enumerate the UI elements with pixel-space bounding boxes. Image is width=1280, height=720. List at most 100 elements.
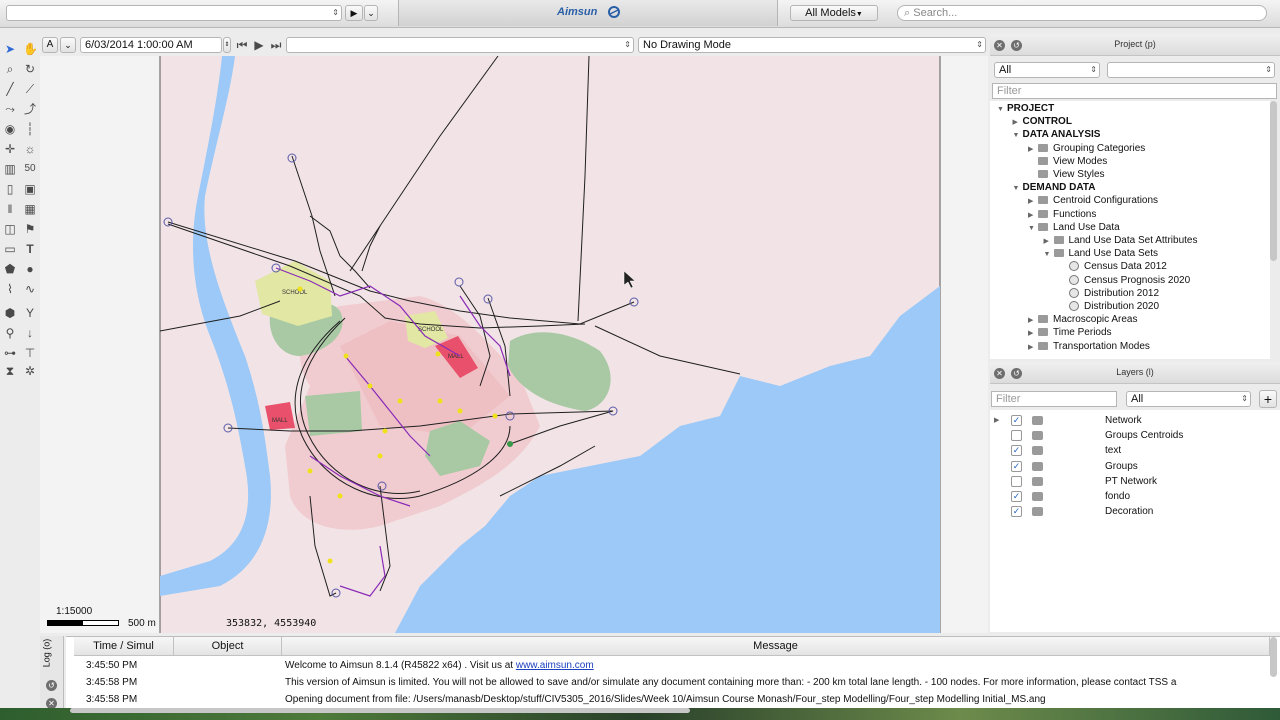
marker-tool-icon[interactable]: ⚲ — [3, 326, 17, 340]
zoom-icon[interactable]: ⌕ — [3, 62, 17, 76]
tree-item[interactable]: ▶ Centroid Configurations — [1028, 194, 1158, 207]
tree-item[interactable]: ▶ CONTROL — [1013, 115, 1072, 128]
collapsed-triangle-icon[interactable]: ▶ — [1013, 116, 1023, 129]
node-tool-icon[interactable]: ✛ — [3, 142, 17, 156]
tree-item[interactable]: ▼ DEMAND DATA — [1013, 181, 1096, 194]
layer-row[interactable]: PT Network — [990, 474, 1280, 489]
layer-visibility-checkbox[interactable]: ✓ — [1011, 491, 1022, 502]
layer-row[interactable]: ▶ ✓ Network — [990, 413, 1280, 428]
log-col-message[interactable]: Message — [282, 637, 1270, 656]
view-mode-dropdown[interactable]: ⌄ — [60, 37, 76, 53]
expanded-triangle-icon[interactable]: ▼ — [1013, 129, 1023, 142]
run-options-button[interactable]: ⌄ — [364, 5, 378, 21]
detector-tool-icon[interactable]: ▥ — [3, 162, 17, 176]
tree-item[interactable]: Census Data 2012 — [1059, 260, 1167, 273]
rectangle-tool-icon[interactable]: ▭ — [3, 242, 17, 256]
layer-visibility-checkbox[interactable]: ✓ — [1011, 445, 1022, 457]
tree-item[interactable]: Distribution 2012 — [1059, 287, 1159, 300]
down-arrow-tool-icon[interactable]: ↓ — [23, 326, 37, 340]
collapsed-triangle-icon[interactable]: ▶ — [1028, 314, 1038, 327]
tree-item[interactable]: ▼ PROJECT — [997, 102, 1054, 115]
layer-visibility-checkbox[interactable] — [1011, 430, 1022, 442]
collapsed-triangle-icon[interactable]: ▶ — [1044, 235, 1054, 248]
project-tree-scrollbar[interactable] — [1270, 101, 1277, 261]
layer-row[interactable]: ✓ fondo — [990, 489, 1280, 504]
expanded-triangle-icon[interactable]: ▼ — [1028, 222, 1038, 235]
layers-type-filter[interactable]: All ⇕ — [1126, 391, 1251, 407]
layer-row[interactable]: ✓ Decoration — [990, 504, 1280, 519]
layer-row[interactable]: Groups Centroids — [990, 428, 1280, 443]
datetime-field[interactable]: 6/03/2014 1:00:00 AM — [80, 37, 222, 53]
camera-tool-icon[interactable]: ⬢ — [3, 306, 17, 320]
centroid-tool-icon[interactable]: ◉ — [3, 122, 17, 136]
layer-visibility-checkbox[interactable]: ✓ — [1011, 460, 1022, 472]
tree-item[interactable]: ▶ Land Use Data Set Attributes — [1044, 234, 1198, 247]
lane-tool-icon[interactable]: ┆ — [23, 122, 37, 136]
tree-item[interactable]: ▼ DATA ANALYSIS — [1013, 128, 1101, 141]
collapsed-triangle-icon[interactable]: ▶ — [1028, 327, 1038, 340]
text-tool-icon[interactable]: T — [23, 242, 37, 256]
search-field[interactable]: ⌕ Search... — [897, 5, 1267, 21]
skip-end-icon[interactable]: ⏭ — [269, 38, 283, 52]
meter-tool-icon[interactable]: ⊶ — [3, 346, 17, 360]
project-type-filter[interactable]: All ⇕ — [994, 62, 1100, 78]
polyline-tool-icon[interactable]: ⌇ — [3, 282, 17, 296]
expanded-triangle-icon[interactable]: ▼ — [997, 103, 1007, 116]
skip-start-icon[interactable]: ⏮ — [235, 38, 249, 52]
layer-visibility-checkbox[interactable]: ✓ — [1011, 506, 1022, 518]
tree-item[interactable]: ▶ Functions — [1028, 208, 1096, 221]
bus-stop-icon[interactable]: ▣ — [23, 182, 37, 196]
section-tool-icon[interactable]: ╱ — [3, 82, 17, 96]
tree-item[interactable]: Distribution 2020 — [1059, 300, 1159, 313]
polygon-tool-icon[interactable]: ⬟ — [3, 262, 17, 276]
image-tool-icon[interactable]: ◫ — [3, 222, 17, 236]
polysection-tool-icon[interactable]: ⟋ — [23, 82, 37, 96]
layer-visibility-checkbox[interactable]: ✓ — [1011, 415, 1022, 426]
search-input[interactable]: Search... — [913, 7, 957, 19]
map-viewer[interactable]: SCHOOL SCHOOL MALL MALL — [40, 56, 988, 633]
log-scrollbar[interactable] — [1270, 637, 1277, 677]
join-tool-icon[interactable]: ⤴ — [23, 102, 37, 116]
signal-tool-icon[interactable]: ☼ — [23, 142, 37, 156]
pan-hand-icon[interactable]: ✋ — [23, 42, 38, 56]
pin-tool-icon[interactable]: ⚑ — [23, 222, 37, 236]
project-filter-input[interactable]: Filter — [992, 83, 1277, 99]
expanded-triangle-icon[interactable]: ▼ — [1044, 248, 1054, 261]
layer-selector[interactable]: ⇕ — [286, 37, 634, 53]
float-icon[interactable]: ↺ — [46, 680, 57, 691]
tree-item[interactable]: View Modes — [1028, 155, 1107, 168]
view-mode-button[interactable]: A — [42, 37, 58, 53]
collapsed-triangle-icon[interactable]: ▶ — [1028, 209, 1038, 222]
layer-row[interactable]: ✓ Groups — [990, 459, 1280, 474]
curve-tool-icon[interactable]: ∿ — [23, 282, 37, 296]
log-col-time[interactable]: Time / Simul — [74, 637, 174, 656]
gantry-tool-icon[interactable]: ⊤ — [23, 346, 37, 360]
collapsed-triangle-icon[interactable]: ▶ — [994, 413, 999, 428]
vms-tool-icon[interactable]: ▯ — [3, 182, 17, 196]
tree-item[interactable]: ▼ Land Use Data — [1028, 221, 1120, 234]
log-col-object[interactable]: Object — [174, 637, 282, 656]
layers-filter-input[interactable]: Filter — [991, 391, 1117, 407]
tree-item[interactable]: ▶ Grouping Categories — [1028, 142, 1145, 155]
collapsed-triangle-icon[interactable]: ▶ — [1028, 195, 1038, 208]
datetime-stepper[interactable]: ⇕ — [223, 37, 231, 53]
expanded-triangle-icon[interactable]: ▼ — [1013, 182, 1023, 195]
tree-item[interactable]: ▶ Macroscopic Areas — [1028, 313, 1137, 326]
drawing-mode-selector[interactable]: No Drawing Mode ⇕ — [638, 37, 986, 53]
tree-item[interactable]: View Styles — [1028, 168, 1105, 181]
collapsed-triangle-icon[interactable]: ▶ — [1028, 341, 1038, 354]
parallel-lines-icon[interactable]: ‖ — [3, 202, 17, 216]
run-button[interactable]: ▶ — [345, 5, 363, 21]
models-filter-button[interactable]: All Models▼ — [790, 5, 878, 21]
add-layer-button[interactable]: + — [1259, 390, 1277, 408]
layer-visibility-checkbox[interactable] — [1011, 475, 1022, 487]
play-icon[interactable]: ▶ — [252, 38, 266, 52]
pedestrian-tool-icon[interactable]: ✲ — [23, 364, 37, 378]
tree-item[interactable]: ▶ Time Periods — [1028, 326, 1112, 339]
rotate-icon[interactable]: ↻ — [23, 62, 37, 76]
antenna-tool-icon[interactable]: Y — [23, 306, 37, 320]
collapsed-triangle-icon[interactable]: ▶ — [1028, 143, 1038, 156]
turn-tool-icon[interactable]: ⤳ — [3, 102, 17, 116]
project-secondary-filter[interactable]: ⇕ — [1107, 62, 1275, 78]
log-tab[interactable]: Log (o) — [41, 639, 51, 668]
